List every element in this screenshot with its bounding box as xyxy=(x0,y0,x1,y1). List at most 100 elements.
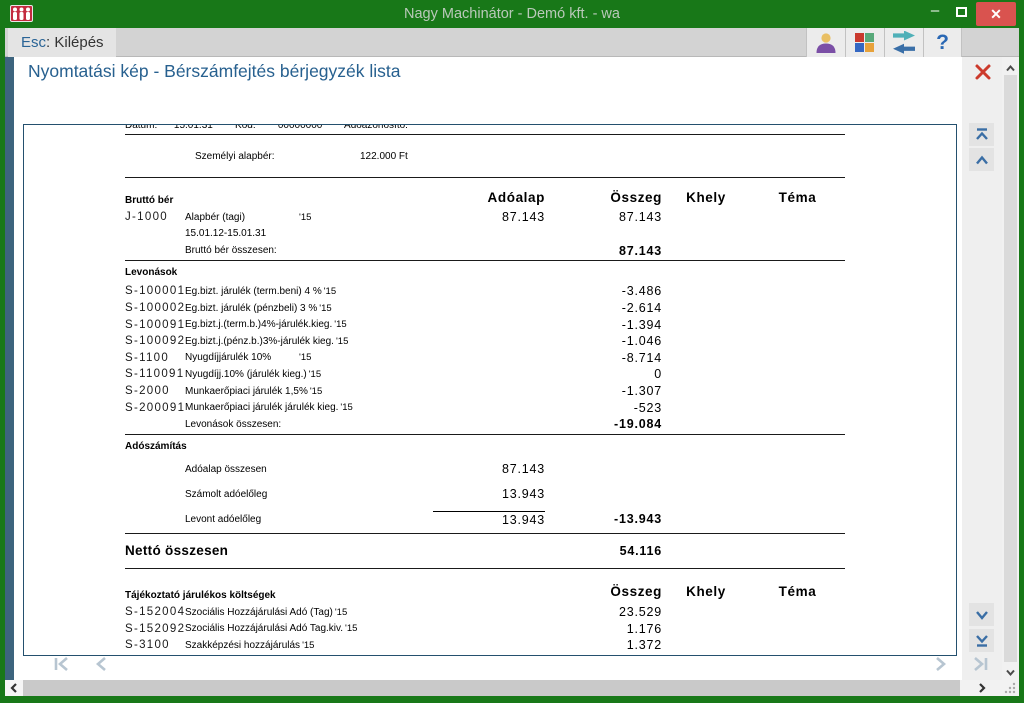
vertical-scrollbar-thumb[interactable] xyxy=(1004,75,1017,662)
user-button[interactable] xyxy=(806,28,845,57)
year-text: '15 xyxy=(336,336,348,347)
cell-code: J-1000 xyxy=(125,211,185,223)
scroll-to-bottom-button[interactable] xyxy=(969,629,994,652)
desc-text: Adóalap összesen xyxy=(185,464,297,475)
doc-row-item: S-100092Eg.bizt.j.(pénz.b.)3%-járulék ki… xyxy=(125,333,845,350)
col-header-adoalap: Adóalap xyxy=(345,190,545,205)
cell-desc: Munkaerőpiaci járulék járulék kieg.'15 xyxy=(185,402,345,413)
close-button[interactable]: ✕ xyxy=(976,2,1016,26)
cell-desc: Levonások összesen: xyxy=(185,419,345,430)
value: 122.000 Ft xyxy=(360,151,408,162)
scroll-to-top-button[interactable] xyxy=(969,123,994,146)
label: Személyi alapbér: xyxy=(195,151,360,162)
cell-osszeg: 87.143 xyxy=(545,210,662,224)
modules-button[interactable] xyxy=(845,28,884,57)
cell-code: S-152092 xyxy=(125,623,185,635)
cell-desc: Munkaerőpiaci járulék 1,5%'15 xyxy=(185,386,345,397)
desc-text: Alapbér (tagi) xyxy=(185,212,297,223)
cell-osszeg: -1.046 xyxy=(545,334,662,348)
scrollbar-up-arrow-icon[interactable] xyxy=(1005,61,1016,72)
cell-code: S-200091 xyxy=(125,402,185,414)
year-text: '15 xyxy=(334,319,346,330)
desc-text: Eg.bizt.j.(term.b.)4%-járulék.kieg. xyxy=(185,319,332,330)
help-button[interactable]: ? xyxy=(923,28,962,57)
doc-row-meta: Dátum: 15.01.31 Kód: 00000000 Adóazonosí… xyxy=(125,125,845,133)
cell-adoalap: 87.143 xyxy=(345,462,545,476)
adoalap-value: 13.943 xyxy=(433,511,545,527)
year-text: '15 xyxy=(299,212,311,223)
doc-row-item: S-100001Eg.bizt. járulék (term.beni) 4 %… xyxy=(125,283,845,300)
transfer-button[interactable] xyxy=(884,28,923,57)
window-title: Nagy Machinátor - Demó kft. - wa xyxy=(0,0,1024,28)
cell-desc: Nyugdíjjárulék 10%'15 xyxy=(185,352,345,363)
col-header-khely: Khely xyxy=(662,584,750,599)
desc-text: Szociális Hozzájárulási Adó Tag.kiv. xyxy=(185,623,343,634)
maximize-button[interactable] xyxy=(950,0,972,26)
doc-row-item: J-1000Alapbér (tagi)'15 87.14387.143 xyxy=(125,209,845,226)
doc-row-sechead: Tájékoztató járulékos költségekÖsszegKhe… xyxy=(125,570,845,604)
doc-row-item: S-1100Nyugdíjjárulék 10%'15 -8.714 xyxy=(125,350,845,367)
scrollbar-down-arrow-icon[interactable] xyxy=(1005,665,1016,676)
cell-osszeg: 87.143 xyxy=(545,244,662,258)
cell-desc: Bruttó bér összesen: xyxy=(185,245,345,256)
desc-text: Bruttó bér összesen: xyxy=(185,245,297,256)
scrollbar-left-arrow-icon[interactable] xyxy=(5,680,23,696)
col-header-osszeg: Összeg xyxy=(545,584,662,599)
doc-row-seclabel: Adószámítás xyxy=(125,436,845,457)
scrollbar-right-arrow-icon[interactable] xyxy=(973,680,991,696)
cell-osszeg: -1.394 xyxy=(545,318,662,332)
cell-desc: Eg.bizt. járulék (term.beni) 4 %'15 xyxy=(185,286,345,297)
desc-text: Nyugdíjjárulék 10% xyxy=(185,352,297,363)
document-rows: Dátum: 15.01.31 Kód: 00000000 Adóazonosí… xyxy=(125,125,845,656)
cell-code: S-100001 xyxy=(125,285,185,297)
cell-code: S-1100 xyxy=(125,352,185,364)
adoalap-value: 87.143 xyxy=(502,462,545,476)
last-page-button[interactable] xyxy=(967,653,993,675)
cell-osszeg: -8.714 xyxy=(545,351,662,365)
user-icon xyxy=(814,32,838,54)
cell-osszeg: -1.307 xyxy=(545,384,662,398)
cell-osszeg: -13.943 xyxy=(545,512,662,526)
cell-desc: Adóalap összesen xyxy=(185,464,345,475)
doc-row-subtotal: Levonások összesen: -19.084 xyxy=(125,416,845,433)
vertical-scrollbar[interactable] xyxy=(1002,57,1019,680)
previous-page-button[interactable] xyxy=(89,653,115,675)
scroll-to-top-icon xyxy=(974,127,990,142)
titlebar: Nagy Machinátor - Demó kft. - wa – ✕ xyxy=(0,0,1024,28)
year-text: '15 xyxy=(340,402,352,413)
cell-desc: 15.01.12-15.01.31 xyxy=(185,228,345,239)
adoalap-value: 13.943 xyxy=(502,487,545,501)
doc-row-calc: Adóalap összesen 87.143 xyxy=(125,457,845,482)
esc-exit-button[interactable]: Esc: Kilépés xyxy=(8,28,116,57)
scroll-up-button[interactable] xyxy=(969,148,994,171)
doc-row-calc: Számolt adóelőleg 13.943 xyxy=(125,482,845,507)
doc-row-item: S-100002Eg.bizt. járulék (pénzbeli) 3 %'… xyxy=(125,300,845,317)
col-header-khely: Khely xyxy=(662,190,750,205)
section-label: Adószámítás xyxy=(125,441,187,455)
desc-text: 15.01.12-15.01.31 xyxy=(185,228,297,239)
doc-row-item: S-152004Szociális Hozzájárulási Adó (Tag… xyxy=(125,604,845,621)
preview-close-button[interactable] xyxy=(971,60,994,83)
doc-row-net: Nettó összesen54.116 xyxy=(125,535,845,567)
doc-row-item: S-100091Eg.bizt.j.(term.b.)4%-járulék.ki… xyxy=(125,316,845,333)
cell-desc: Eg.bizt. járulék (pénzbeli) 3 %'15 xyxy=(185,303,345,314)
resize-grip[interactable] xyxy=(1003,681,1017,695)
first-page-button[interactable] xyxy=(49,653,75,675)
desc-text: Számolt adóelőleg xyxy=(185,489,297,500)
cell-osszeg: 23.529 xyxy=(545,605,662,619)
year-text: '15 xyxy=(302,640,314,651)
next-page-button[interactable] xyxy=(927,653,953,675)
adoalap-value: 87.143 xyxy=(502,210,545,224)
chevron-down-icon xyxy=(974,609,990,621)
minimize-button[interactable]: – xyxy=(924,0,946,26)
cell-osszeg: -19.084 xyxy=(545,417,662,431)
doc-row-sechead: Bruttó bérAdóalapÖsszegKhelyTéma xyxy=(125,179,845,209)
year-text: '15 xyxy=(319,303,331,314)
net-label: Nettó összesen xyxy=(125,543,345,558)
cell-code: S-100002 xyxy=(125,302,185,314)
scroll-down-button[interactable] xyxy=(969,603,994,626)
section-label: Bruttó bér xyxy=(125,195,345,209)
horizontal-scrollbar[interactable] xyxy=(5,680,1019,696)
horizontal-scrollbar-thumb[interactable] xyxy=(23,680,960,696)
col-header-osszeg: Összeg xyxy=(545,190,662,205)
